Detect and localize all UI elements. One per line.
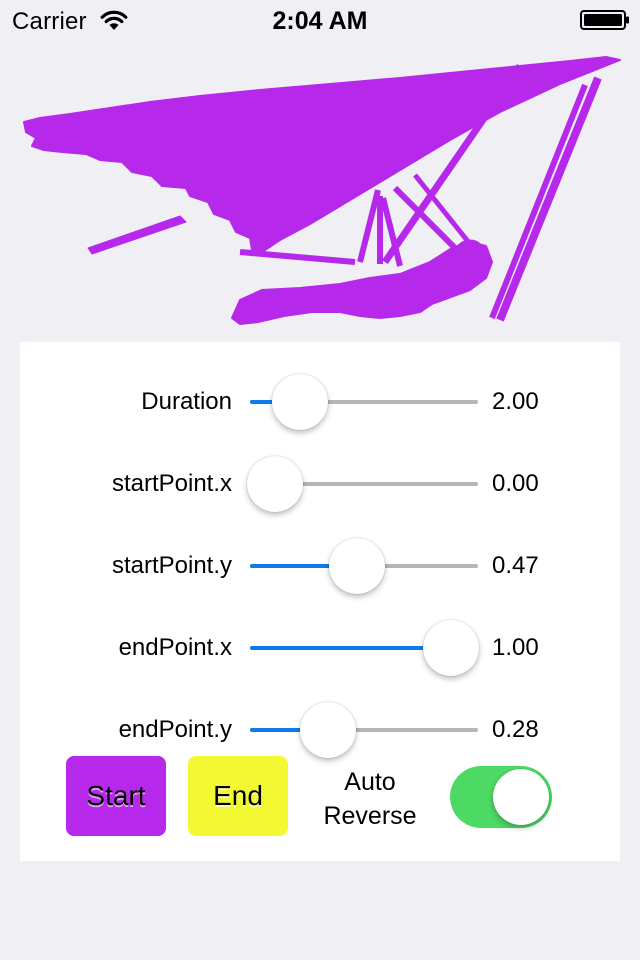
start-point-y-value: 0.47: [492, 552, 539, 579]
end-button-label: End: [213, 780, 263, 811]
auto-reverse-toggle-knob: [493, 769, 549, 825]
auto-reverse-label-line1: Auto: [344, 768, 396, 796]
start-point-y-slider[interactable]: [250, 538, 478, 594]
end-point-x-label: endPoint.x: [118, 634, 232, 661]
end-button[interactable]: End End: [188, 756, 288, 836]
auto-reverse-label: Auto Reverse: [310, 765, 430, 833]
end-point-y-slider-thumb[interactable]: [299, 702, 356, 758]
controls-panel: Duration 2.00 startPoint.x 0.00 startPoi…: [20, 342, 620, 861]
end-point-x-slider-row: endPoint.x 1.00: [20, 618, 620, 678]
end-point-x-slider-fill: [250, 646, 451, 650]
start-point-y-slider-row: startPoint.y 0.47: [20, 536, 620, 596]
start-point-x-slider-row: startPoint.x 0.00: [20, 454, 620, 514]
end-point-y-label: endPoint.y: [118, 716, 232, 743]
start-point-x-slider-thumb[interactable]: [247, 456, 304, 512]
start-point-x-label: startPoint.x: [111, 470, 232, 497]
duration-slider-thumb[interactable]: [272, 374, 329, 430]
end-point-y-slider-row: endPoint.y 0.28: [20, 700, 620, 760]
auto-reverse-toggle[interactable]: [450, 766, 552, 828]
battery-icon: [580, 10, 630, 30]
auto-reverse-label-line2: Reverse: [323, 802, 417, 830]
start-button[interactable]: Start Start: [66, 756, 166, 836]
start-point-y-label: startPoint.y: [111, 552, 232, 579]
start-point-y-slider-thumb[interactable]: [329, 538, 386, 594]
end-point-y-slider[interactable]: [250, 702, 478, 758]
end-point-x-slider-thumb[interactable]: [422, 620, 479, 676]
start-point-x-value: 0.00: [492, 470, 539, 497]
hang-glider-image: [0, 40, 640, 340]
start-point-x-slider[interactable]: [247, 456, 478, 512]
duration-label: Duration: [141, 388, 232, 415]
status-time: 2:04 AM: [272, 7, 368, 35]
start-button-label: Start: [86, 780, 146, 811]
status-bar: Carrier 2:04 AM: [0, 0, 640, 40]
end-point-x-value: 1.00: [492, 634, 539, 661]
duration-value: 2.00: [492, 388, 539, 415]
end-point-y-value: 0.28: [492, 716, 539, 743]
duration-slider-row: Duration 2.00: [20, 372, 620, 432]
end-point-x-slider[interactable]: [250, 620, 479, 676]
duration-slider[interactable]: [250, 374, 478, 430]
